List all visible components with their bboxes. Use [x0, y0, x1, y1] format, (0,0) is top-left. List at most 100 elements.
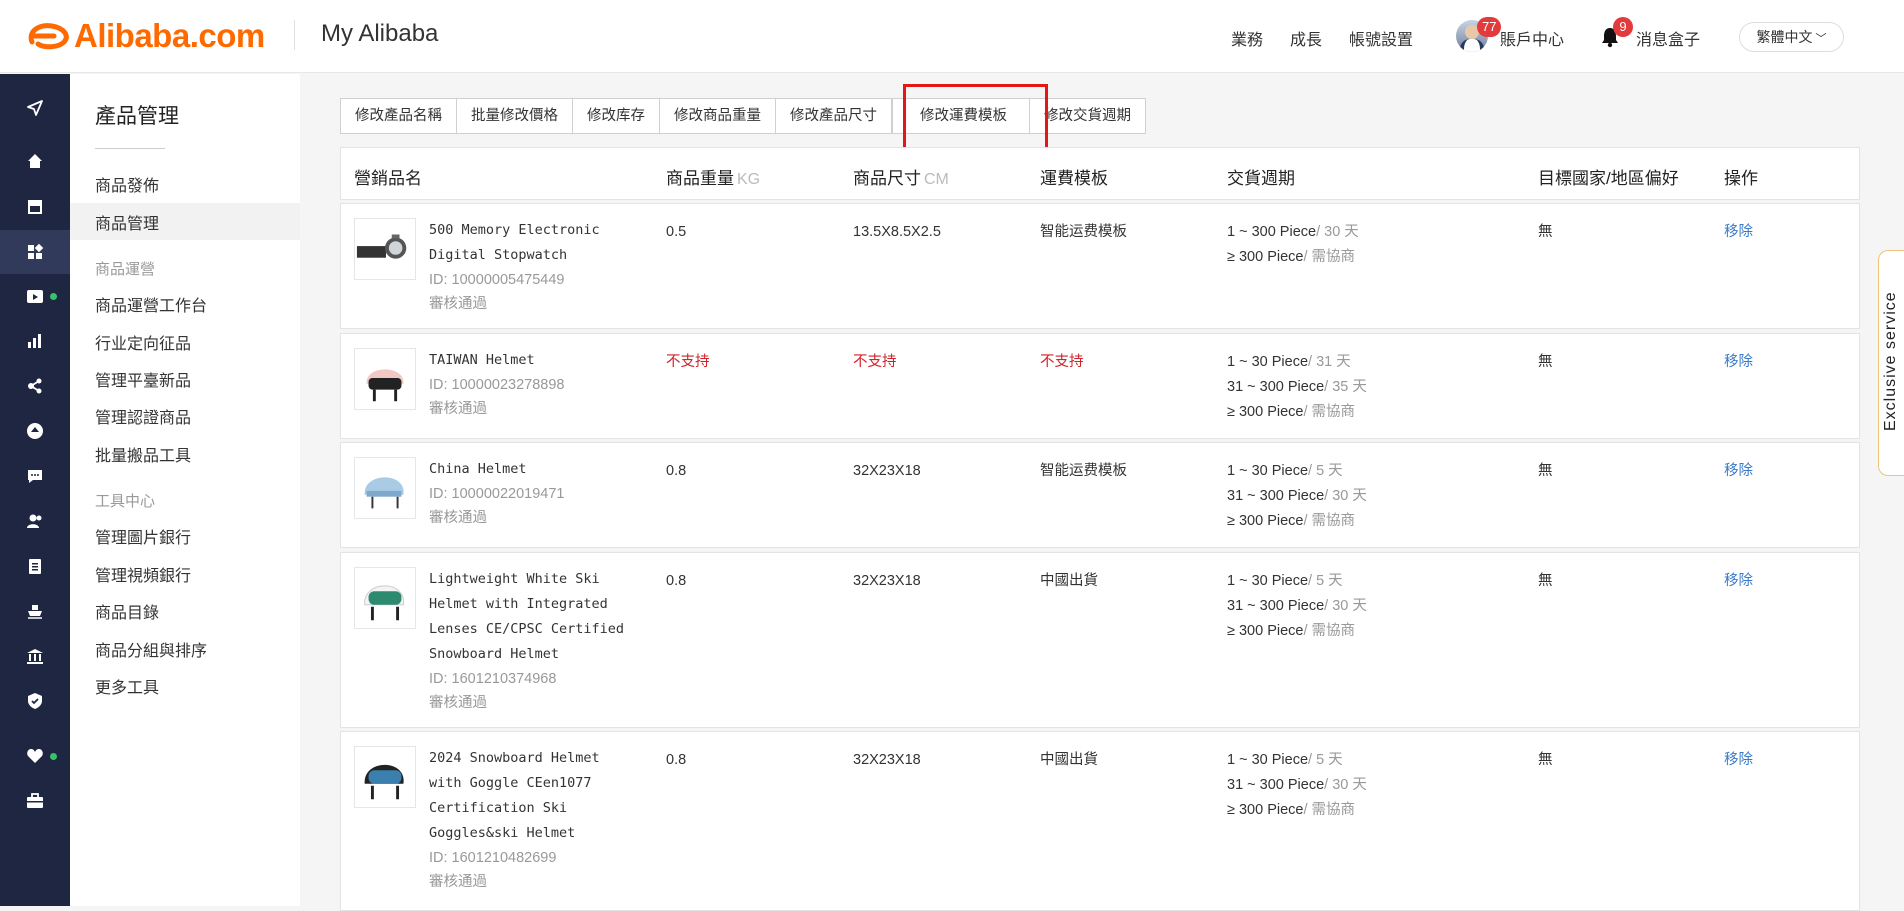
- col-shipping-header: 運費模板: [1040, 169, 1108, 188]
- tab-edit-name[interactable]: 修改產品名稱: [340, 98, 457, 134]
- lead-time-cell: 1 ~ 30 Piece/ 5 天 31 ~ 300 Piece/ 30 天 ≥…: [1227, 463, 1367, 529]
- product-id: ID: 10000023278898: [429, 377, 565, 393]
- status-dot: [50, 293, 57, 300]
- table-row: TAIWAN Helmet ID: 10000023278898 審核通過 不支…: [340, 333, 1860, 439]
- table-header: 營銷品名 商品重量 KG 商品尺寸 CM 運費模板 交貨週期 目標國家/地區偏好 操…: [340, 147, 1860, 200]
- sidebar-item-platform-new[interactable]: 管理平臺新品: [95, 367, 191, 391]
- country-cell: 無: [1538, 224, 1553, 240]
- apps-icon[interactable]: [25, 242, 45, 262]
- nav-business[interactable]: 業務: [1231, 26, 1263, 50]
- remove-link[interactable]: 移除: [1724, 748, 1753, 773]
- briefcase-icon[interactable]: [25, 791, 45, 811]
- weight-cell: 0.8: [666, 573, 687, 589]
- col-lead-header: 交貨週期: [1227, 169, 1295, 188]
- weight-cell: 0.8: [666, 463, 687, 479]
- page-header-title: My Alibaba: [321, 20, 439, 47]
- weight-cell: 不支持: [666, 354, 710, 370]
- heart-icon[interactable]: [25, 746, 45, 766]
- clipboard-icon[interactable]: [25, 556, 45, 576]
- col-weight-header: 商品重量 KG: [666, 169, 761, 188]
- sidebar-item-industry-sourcing[interactable]: 行业定向征品: [95, 330, 191, 354]
- status-dot: [50, 753, 57, 760]
- sidebar-item-ops-workbench[interactable]: 商品運營工作台: [95, 292, 207, 316]
- col-size-header: 商品尺寸 CM: [853, 169, 949, 188]
- product-image: [354, 567, 416, 629]
- message-box-link[interactable]: 消息盒子: [1636, 26, 1700, 50]
- sidebar-group-tools: 工具中心: [95, 493, 156, 510]
- sidebar-item-product-publish[interactable]: 商品發佈: [95, 172, 159, 196]
- exclusive-service-label: Exclusive service: [1882, 291, 1899, 431]
- top-header: Alibaba.com My Alibaba 業務 成長 帳號設置 77 賬戶中…: [0, 0, 1904, 73]
- highlight-box: [903, 84, 1048, 151]
- table-row: 500 Memory Electronic Digital Stopwatch I…: [340, 203, 1860, 329]
- upload-icon[interactable]: [25, 421, 45, 441]
- tab-edit-stock[interactable]: 修改库存: [572, 98, 660, 134]
- alibaba-logo[interactable]: Alibaba.com: [24, 14, 265, 58]
- product-image: [354, 457, 416, 519]
- shield-icon[interactable]: [25, 691, 45, 711]
- tab-edit-size[interactable]: 修改產品尺寸: [775, 98, 892, 134]
- bar-chart-icon[interactable]: [25, 331, 45, 351]
- lead-time-cell: 1 ~ 30 Piece/ 31 天 31 ~ 300 Piece/ 35 天 …: [1227, 354, 1367, 420]
- product-name[interactable]: China Helmet ID: 10000022019471 審核通過: [429, 457, 644, 530]
- secondary-sidebar: 產品管理 商品發佈 商品管理 商品運營 商品運營工作台 行业定向征品 管理平臺新…: [70, 74, 300, 906]
- shipping-cell: 智能运费模板: [1040, 224, 1127, 240]
- product-id: ID: 1601210482699: [429, 850, 557, 866]
- home-icon[interactable]: [25, 151, 45, 171]
- users-icon[interactable]: [25, 511, 45, 531]
- size-cell: 32X23X18: [853, 752, 921, 768]
- product-name[interactable]: TAIWAN Helmet ID: 10000023278898 審核通過: [429, 348, 644, 421]
- sidebar-title: 產品管理: [95, 105, 179, 128]
- nav-account-settings[interactable]: 帳號設置: [1349, 26, 1413, 50]
- status-badge: 審核通過: [429, 510, 487, 526]
- store-icon[interactable]: [25, 196, 45, 216]
- col-country-header: 目標國家/地區偏好: [1538, 169, 1679, 188]
- nav-growth[interactable]: 成長: [1290, 26, 1322, 50]
- shipping-cell: 中國出貨: [1040, 752, 1098, 768]
- bank-icon[interactable]: [25, 646, 45, 666]
- sidebar-item-bulk-move[interactable]: 批量搬品工具: [95, 442, 191, 466]
- remove-link[interactable]: 移除: [1724, 569, 1753, 594]
- country-cell: 無: [1538, 463, 1553, 479]
- share-icon[interactable]: [25, 376, 45, 396]
- chat-icon[interactable]: [25, 466, 45, 486]
- table-row: Lightweight White Ski Helmet with Integra…: [340, 552, 1860, 728]
- video-icon[interactable]: [25, 286, 45, 306]
- logo-text: Alibaba.com: [74, 17, 265, 54]
- product-id: ID: 10000022019471: [429, 486, 565, 502]
- shipping-cell: 不支持: [1040, 354, 1084, 370]
- remove-link[interactable]: 移除: [1724, 350, 1753, 375]
- send-icon[interactable]: [25, 98, 45, 118]
- tab-bulk-price[interactable]: 批量修改價格: [456, 98, 573, 134]
- language-selector[interactable]: 繁體中文 ﹀: [1739, 22, 1844, 52]
- size-cell: 32X23X18: [853, 573, 921, 589]
- sidebar-item-grouping[interactable]: 商品分組與排序: [95, 637, 207, 661]
- sidebar-item-more-tools[interactable]: 更多工具: [95, 674, 159, 698]
- exclusive-service-widget[interactable]: Exclusive service: [1878, 250, 1904, 476]
- ship-icon[interactable]: [25, 601, 45, 621]
- sidebar-item-image-bank[interactable]: 管理圖片銀行: [95, 524, 191, 548]
- product-name[interactable]: 2024 Snowboard Helmet with Goggle CEen107…: [429, 746, 644, 894]
- sidebar-item-catalog[interactable]: 商品目錄: [95, 599, 159, 623]
- lead-time-cell: 1 ~ 30 Piece/ 5 天 31 ~ 300 Piece/ 30 天 ≥…: [1227, 573, 1367, 639]
- country-cell: 無: [1538, 354, 1553, 370]
- sidebar-item-video-bank[interactable]: 管理視頻銀行: [95, 562, 191, 586]
- status-badge: 審核通過: [429, 695, 487, 711]
- product-image: [354, 218, 416, 280]
- sidebar-item-certified[interactable]: 管理認證商品: [95, 404, 191, 428]
- remove-link[interactable]: 移除: [1724, 459, 1753, 484]
- shipping-cell: 中國出貨: [1040, 573, 1098, 589]
- status-badge: 審核通過: [429, 296, 487, 312]
- status-badge: 審核通過: [429, 874, 487, 890]
- product-name[interactable]: Lightweight White Ski Helmet with Integra…: [429, 567, 644, 715]
- product-name[interactable]: 500 Memory Electronic Digital Stopwatch I…: [429, 218, 644, 316]
- product-image: [354, 746, 416, 808]
- account-center-link[interactable]: 賬戶中心: [1500, 26, 1564, 50]
- tab-edit-weight[interactable]: 修改商品重量: [659, 98, 776, 134]
- sidebar-item-product-manage[interactable]: 商品管理: [95, 210, 159, 234]
- col-action-header: 操作: [1724, 169, 1758, 188]
- weight-cell: 0.8: [666, 752, 687, 768]
- status-badge: 審核通過: [429, 401, 487, 417]
- remove-link[interactable]: 移除: [1724, 220, 1753, 245]
- size-cell: 32X23X18: [853, 463, 921, 479]
